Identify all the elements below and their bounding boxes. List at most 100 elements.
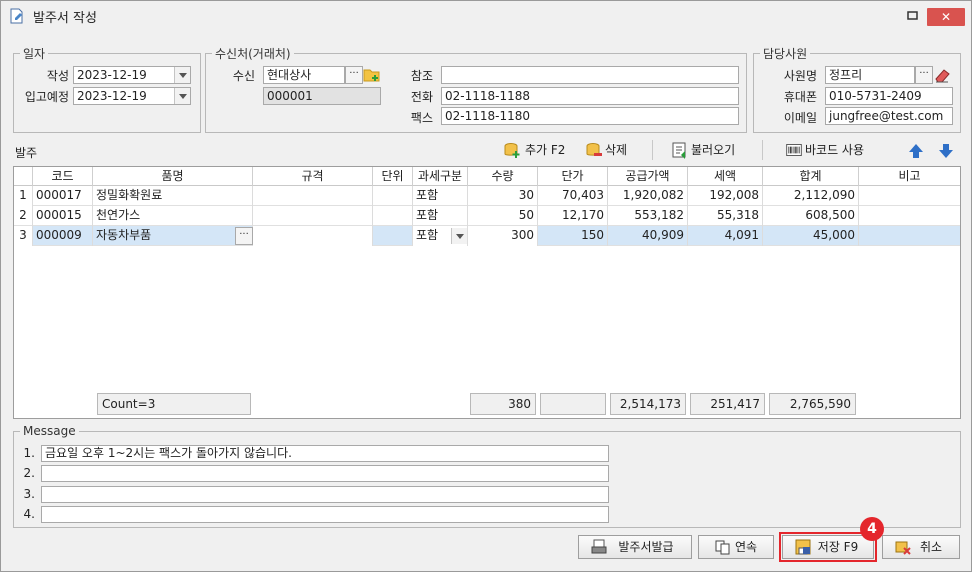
cell-price[interactable]: 70,403 bbox=[538, 186, 608, 206]
staff-lookup-button[interactable]: ··· bbox=[915, 66, 933, 84]
cell-qty[interactable]: 300 bbox=[468, 226, 538, 246]
email-input[interactable]: jungfree@test.com bbox=[825, 107, 953, 125]
cell-tax[interactable]: 포함 bbox=[413, 186, 468, 206]
save-icon bbox=[795, 539, 811, 555]
cell-name[interactable]: 천연가스 bbox=[93, 206, 253, 226]
cell-supply[interactable]: 40,909 bbox=[608, 226, 688, 246]
write-date-dropdown-icon[interactable] bbox=[174, 67, 190, 83]
cell-unit[interactable] bbox=[373, 206, 413, 226]
table-row[interactable]: 1 000017 정밀화확원료 포함 30 70,403 1,920,082 1… bbox=[14, 186, 960, 206]
header-rownum bbox=[14, 167, 33, 186]
cell-vat[interactable]: 192,008 bbox=[688, 186, 763, 206]
header-total[interactable]: 합계 bbox=[763, 167, 859, 186]
staff-group-legend: 담당사원 bbox=[763, 47, 808, 61]
cell-note[interactable] bbox=[859, 226, 960, 246]
cell-code[interactable]: 000009 bbox=[33, 226, 93, 246]
cell-supply[interactable]: 1,920,082 bbox=[608, 186, 688, 206]
cell-unit[interactable] bbox=[373, 186, 413, 206]
recipient-input[interactable]: 현대상사 bbox=[263, 66, 345, 84]
product-lookup-button[interactable]: ··· bbox=[235, 227, 253, 245]
move-up-icon[interactable] bbox=[907, 142, 925, 160]
message-line-input[interactable] bbox=[41, 486, 609, 503]
cancel-button[interactable]: 취소 bbox=[882, 535, 960, 559]
cell-code[interactable]: 000017 bbox=[33, 186, 93, 206]
cancel-label: 취소 bbox=[919, 540, 943, 554]
cell-spec[interactable] bbox=[253, 186, 373, 206]
cell-tax[interactable]: 포함 bbox=[413, 206, 468, 226]
row-number: 1 bbox=[14, 186, 33, 206]
header-qty[interactable]: 수량 bbox=[468, 167, 538, 186]
cell-qty[interactable]: 50 bbox=[468, 206, 538, 226]
message-line-input[interactable] bbox=[41, 465, 609, 482]
cell-supply[interactable]: 553,182 bbox=[608, 206, 688, 226]
message-line-input[interactable] bbox=[41, 506, 609, 523]
fax-input[interactable]: 02-1118-1180 bbox=[441, 107, 739, 125]
header-spec[interactable]: 규격 bbox=[253, 167, 373, 186]
cell-spec[interactable] bbox=[253, 226, 373, 246]
save-button[interactable]: 저장 F9 bbox=[779, 532, 877, 562]
table-row[interactable]: 2 000015 천연가스 포함 50 12,170 553,182 55,31… bbox=[14, 206, 960, 226]
write-date-label: 작성 bbox=[46, 69, 69, 83]
date-group-legend: 일자 bbox=[23, 47, 46, 61]
issue-order-button[interactable]: 발주서발급 bbox=[578, 535, 692, 559]
continuous-button[interactable]: 연속 bbox=[698, 535, 774, 559]
title-bar: 발주서 작성 ✕ bbox=[1, 1, 971, 31]
barcode-label: 바코드 사용 bbox=[805, 143, 865, 157]
cell-vat[interactable]: 55,318 bbox=[688, 206, 763, 226]
tax-dropdown-icon[interactable] bbox=[451, 228, 467, 244]
delete-db-icon bbox=[586, 143, 602, 156]
message-line-number: 3. bbox=[23, 487, 35, 501]
order-grid[interactable]: 코드 품명 규격 단위 과세구분 수량 단가 공급가액 세액 합계 비고 1 0… bbox=[13, 166, 961, 419]
step-badge: 4 bbox=[860, 517, 884, 541]
barcode-button[interactable]: 바코드 사용 bbox=[785, 139, 864, 161]
header-supply[interactable]: 공급가액 bbox=[608, 167, 688, 186]
staff-name-input[interactable]: 정프리 bbox=[825, 66, 915, 84]
cell-note[interactable] bbox=[859, 186, 960, 206]
footer-price bbox=[540, 393, 606, 415]
header-name[interactable]: 품명 bbox=[93, 167, 253, 186]
cell-qty[interactable]: 30 bbox=[468, 186, 538, 206]
header-vat[interactable]: 세액 bbox=[688, 167, 763, 186]
table-row-selected[interactable]: 3 000009 자동차부품 ··· 포함 300 150 40,909 4,0… bbox=[14, 226, 960, 246]
mobile-input[interactable]: 010-5731-2409 bbox=[825, 87, 953, 105]
cell-spec[interactable] bbox=[253, 206, 373, 226]
toolbar-divider bbox=[762, 140, 763, 160]
cell-vat[interactable]: 4,091 bbox=[688, 226, 763, 246]
row-number: 3 bbox=[14, 226, 33, 246]
reference-input[interactable] bbox=[441, 66, 739, 84]
phone-input[interactable]: 02-1118-1188 bbox=[441, 87, 739, 105]
write-date-input[interactable]: 2023-12-19 bbox=[73, 66, 191, 84]
arrival-date-dropdown-icon[interactable] bbox=[174, 88, 190, 104]
cancel-icon bbox=[895, 541, 911, 555]
header-tax[interactable]: 과세구분 bbox=[413, 167, 468, 186]
cell-name[interactable]: 자동차부품 bbox=[93, 226, 253, 246]
cell-total[interactable]: 2,112,090 bbox=[763, 186, 859, 206]
move-down-icon[interactable] bbox=[937, 142, 955, 160]
arrival-date-input[interactable]: 2023-12-19 bbox=[73, 87, 191, 105]
printer-document-icon bbox=[591, 539, 607, 554]
close-button[interactable]: ✕ bbox=[927, 8, 965, 26]
load-button[interactable]: 불러오기 bbox=[671, 139, 735, 161]
recipient-lookup-button[interactable]: ··· bbox=[345, 66, 363, 84]
header-unit[interactable]: 단위 bbox=[373, 167, 413, 186]
cell-total[interactable]: 45,000 bbox=[763, 226, 859, 246]
row-number: 2 bbox=[14, 206, 33, 226]
cell-unit[interactable] bbox=[373, 226, 413, 246]
restore-icon[interactable] bbox=[903, 9, 921, 23]
cell-note[interactable] bbox=[859, 206, 960, 226]
eraser-icon[interactable] bbox=[933, 66, 951, 84]
phone-label: 전화 bbox=[410, 90, 433, 104]
cell-price[interactable]: 150 bbox=[538, 226, 608, 246]
header-code[interactable]: 코드 bbox=[33, 167, 93, 186]
delete-row-button[interactable]: 삭제 bbox=[585, 139, 627, 161]
cell-name[interactable]: 정밀화확원료 bbox=[93, 186, 253, 206]
add-row-button[interactable]: 추가 F2 bbox=[503, 139, 565, 161]
header-price[interactable]: 단가 bbox=[538, 167, 608, 186]
message-line-input[interactable]: 금요일 오후 1~2시는 팩스가 돌아가지 않습니다. bbox=[41, 445, 609, 462]
header-note[interactable]: 비고 bbox=[859, 167, 960, 186]
cell-code[interactable]: 000015 bbox=[33, 206, 93, 226]
message-line-number: 4. bbox=[23, 507, 35, 521]
folder-add-icon[interactable] bbox=[363, 66, 381, 84]
cell-price[interactable]: 12,170 bbox=[538, 206, 608, 226]
cell-total[interactable]: 608,500 bbox=[763, 206, 859, 226]
